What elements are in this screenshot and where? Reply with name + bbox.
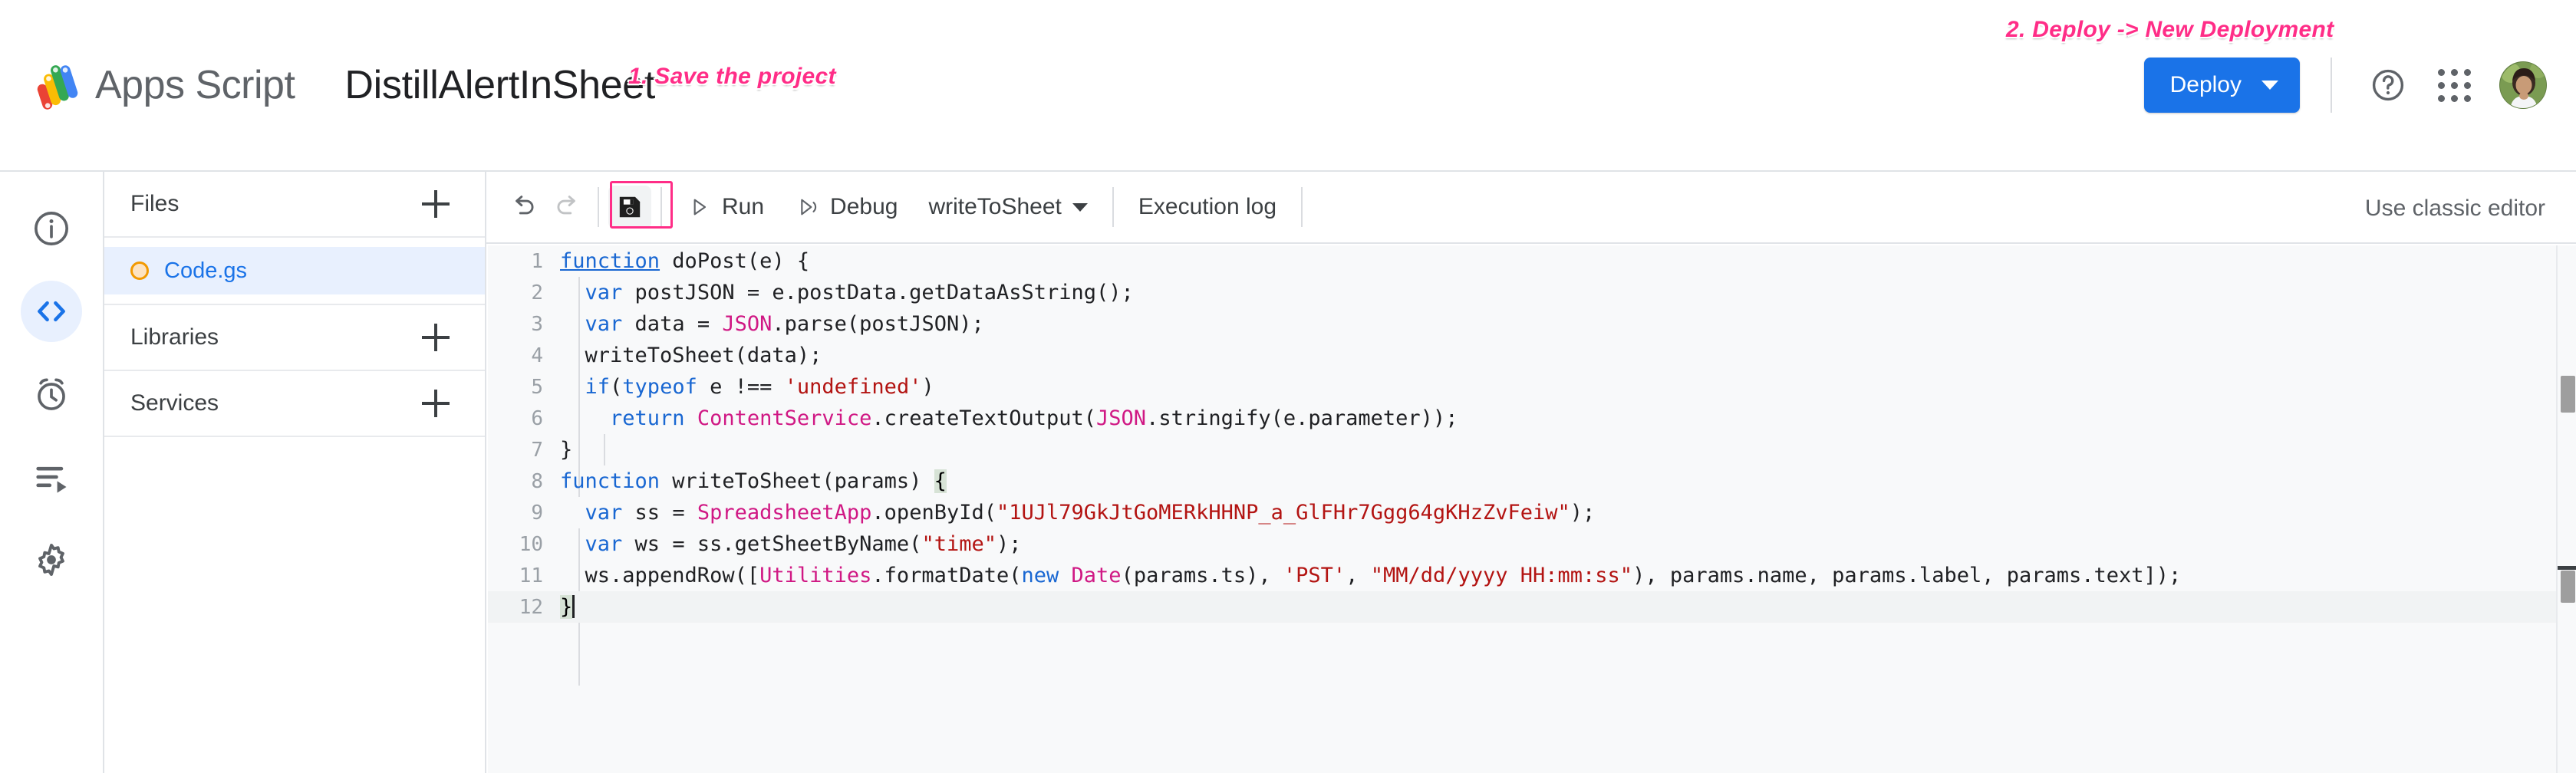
page-title[interactable]: DistillAlertInSheet	[344, 62, 655, 108]
add-library-button[interactable]	[416, 317, 456, 357]
scrollbar-thumb-secondary[interactable]	[2561, 571, 2575, 603]
code-line[interactable]: 4 writeToSheet(data);	[488, 340, 2576, 371]
code-line-text: if(typeof e !== 'undefined')	[560, 375, 934, 399]
unsaved-status-icon	[130, 262, 149, 280]
code-line[interactable]: 7}	[488, 434, 2576, 465]
redo-icon[interactable]	[545, 186, 588, 229]
debug-button[interactable]: Debug	[779, 184, 913, 230]
line-number: 2	[488, 281, 560, 304]
line-number: 10	[488, 533, 560, 556]
code-line-text: var postJSON = e.postData.getDataAsStrin…	[560, 281, 1134, 304]
toolbar-separator	[1301, 187, 1303, 227]
code-line-text: ws.appendRow([Utilities.formatDate(new D…	[560, 564, 2181, 587]
files-label: Files	[130, 191, 179, 217]
left-rail	[0, 172, 103, 773]
libraries-section-header: Libraries	[104, 305, 485, 371]
code-line[interactable]: 8function writeToSheet(params) {	[488, 465, 2576, 497]
services-section-header: Services	[104, 371, 485, 437]
code-line[interactable]: 3 var data = JSON.parse(postJSON);	[488, 308, 2576, 340]
deploy-button-label: Deploy	[2170, 72, 2242, 98]
avatar[interactable]	[2499, 61, 2547, 109]
code-line[interactable]: 1function doPost(e) {	[488, 245, 2576, 277]
code-line[interactable]: 2 var postJSON = e.postData.getDataAsStr…	[488, 277, 2576, 308]
line-number: 8	[488, 470, 560, 493]
line-number: 9	[488, 502, 560, 525]
file-name: Code.gs	[164, 258, 247, 284]
code-line-text: writeToSheet(data);	[560, 344, 822, 367]
code-editor[interactable]: 1function doPost(e) {2 var postJSON = e.…	[488, 245, 2576, 773]
annotation-step-1: 1. Save the project	[628, 64, 836, 90]
code-line[interactable]: 12}	[488, 591, 2576, 623]
line-number: 3	[488, 313, 560, 336]
deploy-button[interactable]: Deploy	[2144, 58, 2300, 113]
annotation-step-2: 2. Deploy -> New Deployment	[2006, 17, 2334, 43]
run-label: Run	[722, 194, 764, 220]
code-line[interactable]: 5 if(typeof e !== 'undefined')	[488, 371, 2576, 403]
run-button[interactable]: Run	[671, 184, 779, 230]
scrollbar-marker	[2558, 566, 2576, 570]
files-section-header: Files	[104, 172, 485, 238]
line-number: 12	[488, 596, 560, 619]
code-line-text: return ContentService.createTextOutput(J…	[560, 406, 1458, 430]
use-classic-editor-link[interactable]: Use classic editor	[2348, 172, 2562, 245]
line-number: 5	[488, 376, 560, 399]
code-line-text: var ss = SpreadsheetApp.openById("1UJl79…	[560, 501, 1595, 525]
chevron-down-icon	[2261, 81, 2278, 90]
code-line-text: }	[560, 438, 572, 462]
list-item[interactable]: Code.gs	[104, 247, 485, 294]
toolbar-separator	[660, 187, 662, 227]
code-line-text: function doPost(e) {	[560, 249, 809, 273]
line-number: 11	[488, 564, 560, 587]
add-file-button[interactable]	[416, 184, 456, 224]
code-line[interactable]: 9 var ss = SpreadsheetApp.openById("1UJl…	[488, 497, 2576, 528]
execution-log-label: Execution log	[1138, 194, 1276, 220]
undo-icon[interactable]	[502, 186, 545, 229]
line-number: 4	[488, 344, 560, 367]
sidebar-item-executions[interactable]	[21, 446, 82, 508]
line-number: 1	[488, 250, 560, 273]
apps-script-window: Apps Script DistillAlertInSheet Deploy	[0, 0, 2576, 773]
add-service-button[interactable]	[416, 383, 456, 423]
code-line[interactable]: 10 var ws = ss.getSheetByName("time");	[488, 528, 2576, 560]
brand-name: Apps Script	[95, 62, 295, 108]
file-panel: Files Code.gs Libraries Services	[103, 172, 486, 773]
debug-label: Debug	[830, 194, 898, 220]
function-selector-value: writeToSheet	[928, 194, 1061, 220]
code-lines: 1function doPost(e) {2 var postJSON = e.…	[488, 245, 2576, 773]
code-line-text: var ws = ss.getSheetByName("time");	[560, 532, 1022, 556]
file-list: Code.gs	[104, 238, 485, 305]
code-line-text: var data = JSON.parse(postJSON);	[560, 312, 984, 336]
execution-log-button[interactable]: Execution log	[1123, 184, 1292, 230]
text-cursor	[572, 595, 575, 618]
services-label: Services	[130, 390, 219, 416]
code-line-text: }	[560, 595, 575, 619]
toolbar-separator	[1112, 187, 1114, 227]
chevron-down-icon	[1072, 203, 1088, 212]
apps-script-logo-icon	[31, 60, 81, 110]
line-number: 6	[488, 407, 560, 430]
code-line[interactable]: 6 return ContentService.createTextOutput…	[488, 403, 2576, 434]
google-apps-grid-icon[interactable]	[2429, 60, 2479, 110]
brand[interactable]: Apps Script	[31, 60, 295, 110]
sidebar-item-triggers[interactable]	[21, 363, 82, 425]
code-line-text: function writeToSheet(params) {	[560, 469, 947, 493]
function-selector[interactable]: writeToSheet	[913, 184, 1102, 230]
save-project-icon[interactable]	[608, 186, 651, 229]
header-divider	[2331, 58, 2332, 113]
line-number: 7	[488, 439, 560, 462]
scrollbar-thumb[interactable]	[2561, 376, 2575, 413]
libraries-label: Libraries	[130, 324, 219, 350]
sidebar-item-editor[interactable]	[21, 281, 82, 342]
toolbar-separator	[598, 187, 599, 227]
sidebar-item-overview[interactable]	[21, 198, 82, 259]
editor-vertical-scrollbar[interactable]	[2556, 245, 2576, 773]
help-icon[interactable]	[2363, 60, 2413, 110]
code-line[interactable]: 11 ws.appendRow([Utilities.formatDate(ne…	[488, 560, 2576, 591]
sidebar-item-settings[interactable]	[21, 529, 82, 590]
